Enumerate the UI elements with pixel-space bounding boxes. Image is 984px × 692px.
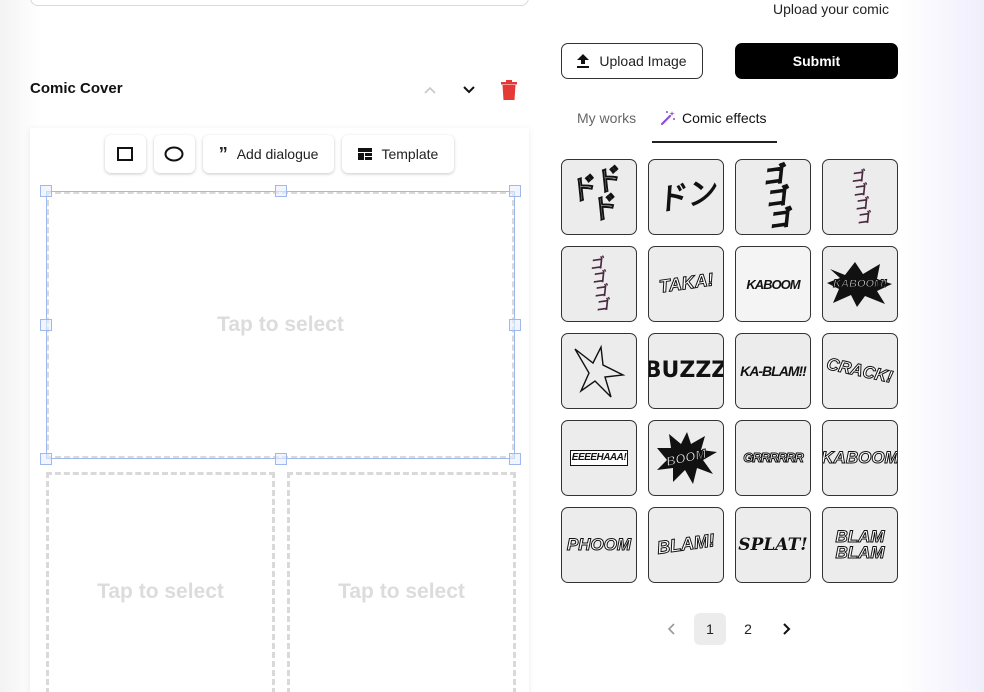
page-button[interactable]: 2 (732, 613, 764, 645)
resize-handle[interactable] (509, 185, 521, 197)
effect-tile[interactable]: KABOOM (822, 420, 898, 496)
effect-label: CRACK! (825, 354, 896, 388)
panel-placeholder: Tap to select (338, 580, 465, 603)
effect-tile[interactable]: KABOOM! (822, 246, 898, 322)
panel-placeholder: Tap to select (97, 580, 224, 603)
effect-label: BLAM BLAM (835, 526, 885, 562)
resize-handle[interactable] (509, 319, 521, 331)
effect-tile[interactable]: BLAM! (648, 507, 724, 583)
effect-label: KA-BLAM!! (740, 363, 807, 379)
effect-tile[interactable]: ドン (648, 159, 724, 235)
next-page-button[interactable] (770, 613, 802, 645)
title-input[interactable] (30, 0, 529, 6)
resize-handle[interactable] (275, 453, 287, 465)
effect-label: GRRRRRR (743, 449, 804, 465)
trash-icon (501, 80, 517, 100)
rectangle-icon (117, 147, 134, 161)
effect-tile[interactable]: TAKA! (648, 246, 724, 322)
tab-label: Comic effects (682, 110, 767, 126)
resize-handle[interactable] (40, 185, 52, 197)
resize-handle[interactable] (275, 185, 287, 197)
effect-label: ゴゴゴゴ (848, 168, 872, 226)
section-title: Comic Cover (30, 80, 123, 97)
effect-label: BUZZZ (648, 358, 724, 383)
ellipse-icon (164, 146, 184, 162)
resize-handle[interactable] (509, 453, 521, 465)
effect-label: TAKA! (657, 269, 715, 298)
move-up-button[interactable] (418, 78, 442, 102)
effect-tile[interactable]: ゴゴゴゴ (822, 159, 898, 235)
tab-my-works[interactable]: My works (577, 110, 636, 126)
effect-tile[interactable]: BLAM BLAM (822, 507, 898, 583)
chevron-right-icon (783, 623, 791, 635)
effect-tile[interactable]: EEEEHAAA! (561, 420, 637, 496)
effect-tile[interactable]: PHOOM (561, 507, 637, 583)
effect-label: KABOOM (822, 447, 898, 467)
effect-label: KABOOM (746, 276, 800, 292)
active-tab-indicator (652, 141, 777, 143)
template-icon (358, 148, 373, 160)
effect-label: ドン (653, 175, 719, 218)
quote-icon: ” (218, 144, 228, 164)
effect-tile[interactable]: ゴゴゴ (735, 159, 811, 235)
spiky-bubble-shape (574, 344, 626, 398)
effect-label: EEEEHAAA! (569, 450, 629, 466)
resize-handle[interactable] (40, 453, 52, 465)
upload-icon (577, 54, 590, 68)
effect-tile[interactable]: GRRRRRR (735, 420, 811, 496)
page-button-current[interactable]: 1 (694, 613, 726, 645)
effect-tile[interactable]: ドドド (561, 159, 637, 235)
effect-label: ゴゴゴゴ (587, 255, 611, 313)
template-button[interactable]: Template (342, 135, 455, 173)
add-ellipse-button[interactable] (153, 135, 195, 173)
effect-tile[interactable]: ゴゴゴゴ (561, 246, 637, 322)
effect-label: BLAM! (655, 530, 717, 559)
comic-panel-bottom-left[interactable]: Tap to select (46, 472, 275, 692)
magic-wand-icon (660, 111, 675, 126)
move-down-button[interactable] (457, 78, 481, 102)
effect-tile[interactable]: BOOM (648, 420, 724, 496)
add-dialogue-label: Add dialogue (236, 146, 319, 162)
delete-button[interactable] (497, 78, 521, 102)
add-rectangle-button[interactable] (104, 135, 146, 173)
comic-panel-bottom-right[interactable]: Tap to select (287, 472, 516, 692)
upload-image-label: Upload Image (599, 53, 687, 69)
tab-comic-effects[interactable]: Comic effects (660, 110, 767, 126)
effect-tile[interactable] (561, 333, 637, 409)
submit-button[interactable]: Submit (735, 43, 898, 79)
upload-caption: Upload your comic (773, 1, 889, 17)
effect-label: ドドド (565, 162, 625, 228)
chevron-left-icon (667, 623, 675, 635)
upload-image-button[interactable]: Upload Image (561, 43, 703, 79)
chevron-down-icon (463, 86, 475, 94)
effect-tile[interactable]: CRACK! (822, 333, 898, 409)
resize-handle[interactable] (40, 319, 52, 331)
template-label: Template (381, 146, 439, 162)
add-dialogue-button[interactable]: ” Add dialogue (202, 135, 335, 173)
chevron-up-icon (424, 86, 436, 94)
effect-label: SPLAT! (738, 534, 808, 555)
prev-page-button[interactable] (656, 613, 688, 645)
editor-toolbar: ” Add dialogue Template (30, 135, 529, 173)
selection-frame (46, 191, 515, 459)
effect-label: KABOOM! (833, 277, 888, 291)
effect-tile[interactable]: KA-BLAM!! (735, 333, 811, 409)
effect-label: ゴゴゴ (756, 162, 791, 232)
effect-tile[interactable]: SPLAT! (735, 507, 811, 583)
effect-tile[interactable]: BUZZZ (648, 333, 724, 409)
effect-tile[interactable]: KABOOM (735, 246, 811, 322)
effect-label: PHOOM (566, 534, 632, 554)
tab-label: My works (577, 110, 637, 126)
